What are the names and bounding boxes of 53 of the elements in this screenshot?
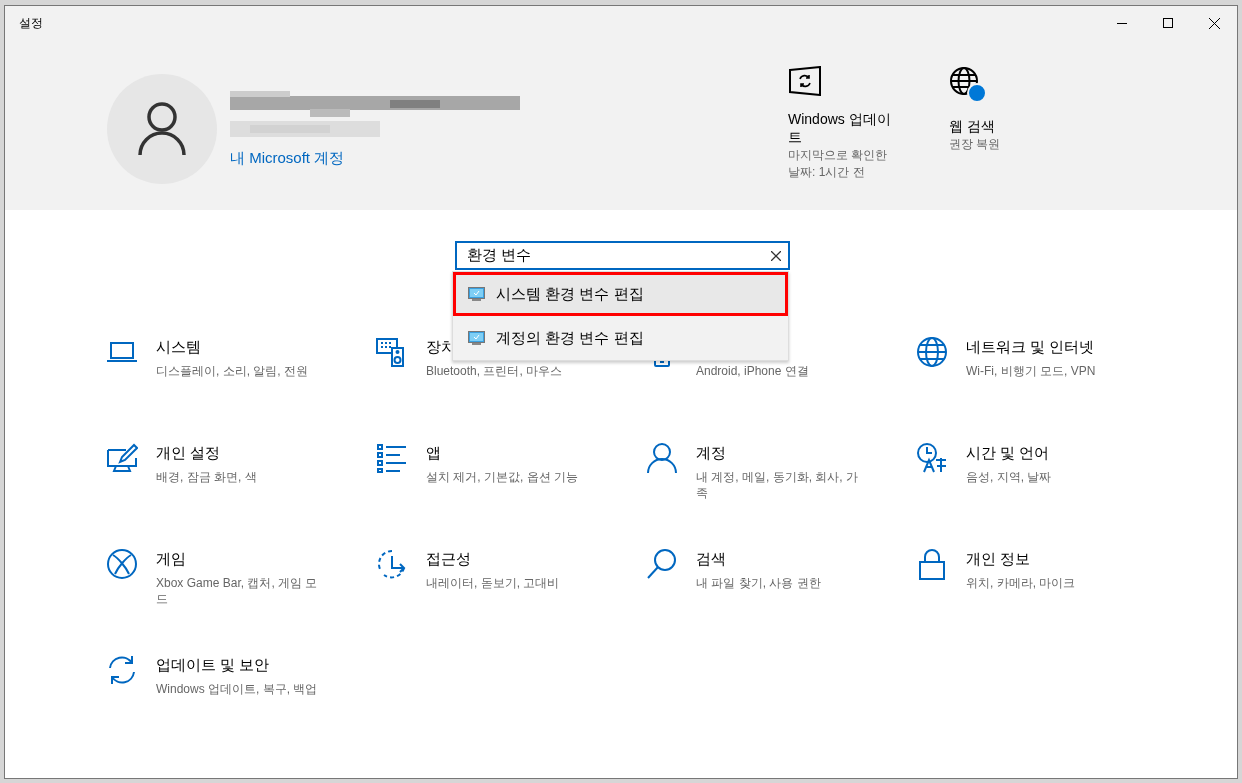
account-link[interactable]: 내 Microsoft 계정 <box>230 148 345 168</box>
close-icon <box>1208 17 1220 29</box>
category-title[interactable]: 앱 <box>426 443 441 463</box>
category-description: Wi-Fi, 비행기 모드, VPN <box>966 363 1096 379</box>
monitor-brush-icon <box>106 442 138 474</box>
category-title[interactable]: 접근성 <box>426 549 471 569</box>
clear-button[interactable] <box>770 250 782 262</box>
category-description: Windows 업데이트, 복구, 백업 <box>156 681 318 697</box>
category-title[interactable]: 네트워크 및 인터넷 <box>966 337 1095 357</box>
tile-title: 웹 검색 <box>949 117 996 135</box>
category-title[interactable]: 시간 및 언어 <box>966 443 1050 463</box>
window-title: 설정 <box>18 14 44 32</box>
maximize-icon <box>1163 18 1173 28</box>
category-title[interactable]: 업데이트 및 보안 <box>156 655 270 675</box>
category-title[interactable]: 게임 <box>156 549 186 569</box>
category-description: 내 파일 찾기, 사용 권한 <box>696 575 821 591</box>
globe-icon <box>916 336 948 368</box>
refresh-window-icon <box>788 66 822 96</box>
category-title[interactable]: 시스템 <box>156 337 201 357</box>
category-description: 위치, 카메라, 마이크 <box>966 575 1076 591</box>
category-title[interactable]: 개인 정보 <box>966 549 1031 569</box>
category-description: 디스플레이, 소리, 알림, 전원 <box>156 363 308 379</box>
tile-detail: 권장 복원 <box>949 136 1002 153</box>
suggestion-item[interactable]: 시스템 환경 변수 편집 <box>453 272 788 316</box>
accessibility-icon <box>376 548 408 580</box>
category-description: 음성, 지역, 날짜 <box>966 469 1052 485</box>
suggestion-item[interactable]: 계정의 환경 변수 편집 <box>453 316 788 360</box>
sync-icon <box>106 654 138 686</box>
category-description: 설치 제거, 기본값, 옵션 기능 <box>426 469 578 485</box>
category-description: 내 계정, 메일, 동기화, 회사, 가족 <box>696 469 859 501</box>
category-title[interactable]: 개인 설정 <box>156 443 221 463</box>
category-description: 내레이터, 돋보기, 고대비 <box>426 575 560 591</box>
search-field[interactable]: 환경 변수 <box>455 241 790 270</box>
tile-title: Windows 업데이트 <box>788 110 892 146</box>
clock-letters-icon <box>916 442 948 474</box>
category-description: Xbox Game Bar, 캡처, 게임 모드 <box>156 575 319 607</box>
lock-icon <box>916 548 948 580</box>
category-description: Bluetooth, 프린터, 마우스 <box>426 363 563 379</box>
close-icon <box>771 251 781 261</box>
globe-badge-icon <box>949 66 987 103</box>
monitor-icon <box>468 287 485 301</box>
search-icon <box>646 548 678 580</box>
category-title[interactable]: 계정 <box>696 443 726 463</box>
person-icon <box>646 442 678 474</box>
category-title[interactable]: 검색 <box>696 549 726 569</box>
category-description: 배경, 잠금 화면, 색 <box>156 469 257 485</box>
monitor-icon <box>468 331 485 345</box>
category-description: Android, iPhone 연결 <box>696 363 809 379</box>
windows-update-tile[interactable]: Windows 업데이트 마지막으로 확인한 날짜: 1시간 전 <box>788 66 896 181</box>
web-search-tile[interactable]: 웹 검색 권장 복원 <box>949 66 1057 153</box>
tile-detail: 마지막으로 확인한 날짜: 1시간 전 <box>788 147 889 181</box>
xbox-icon <box>106 548 138 580</box>
list-icon <box>376 442 408 474</box>
